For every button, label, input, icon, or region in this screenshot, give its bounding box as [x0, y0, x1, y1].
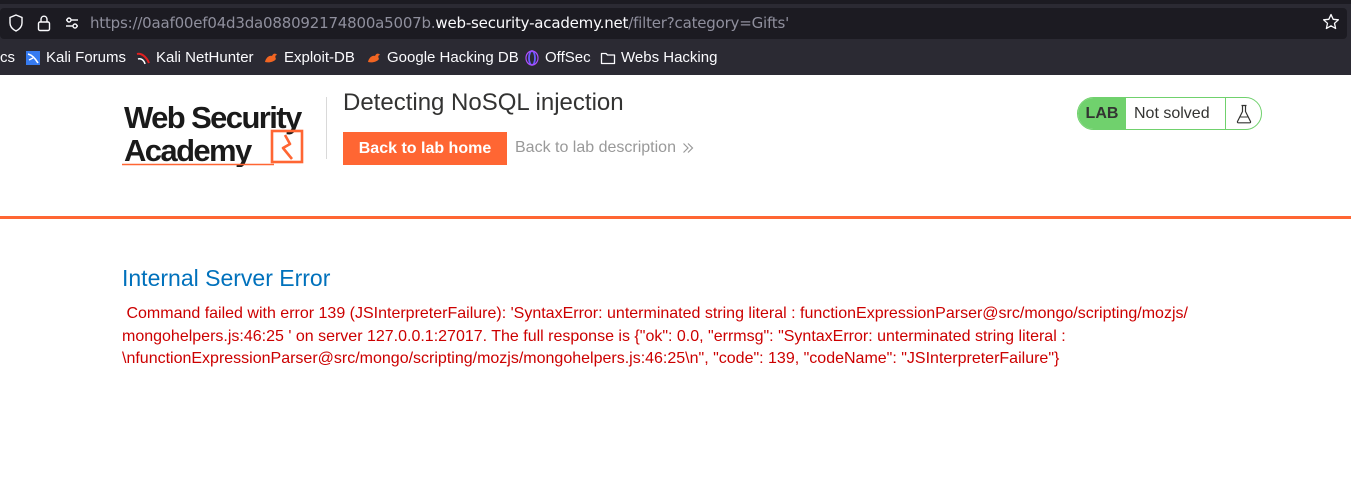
page-content: Web Security Academy Detecting NoSQL inj… [0, 75, 1351, 482]
lab-status-widget: LAB Not solved [1077, 97, 1262, 130]
bookmark-label: Kali NetHunter [156, 49, 254, 66]
lock-icon[interactable] [36, 14, 52, 32]
bookmark-label: Kali Forums [46, 49, 127, 66]
url-host: web-security-academy.net [435, 14, 629, 32]
error-title: Internal Server Error [122, 265, 331, 291]
error-message: Command failed with error 139 (JSInterpr… [122, 305, 1188, 367]
bookmark-kali-forums[interactable]: Kali Forums [25, 49, 126, 66]
exploit-db-icon [265, 53, 277, 62]
lab-title: Detecting NoSQL injection [343, 89, 624, 116]
bookmark-label: Webs Hacking [621, 49, 718, 66]
url-text[interactable]: https://0aaf00ef04d3da088092174800a5007b… [90, 14, 789, 32]
bookmark-label: Google Hacking DB [387, 49, 519, 66]
kali-forums-icon [26, 50, 40, 65]
header-orange-rule [0, 216, 1351, 219]
back-to-lab-home-button[interactable]: Back to lab home [343, 132, 507, 165]
bookmark-exploit-db[interactable]: Exploit-DB [263, 49, 355, 66]
bookmark-star-icon[interactable] [1322, 13, 1340, 31]
web-security-academy-logo[interactable]: Web Security Academy [122, 95, 322, 167]
back-to-lab-description-label: Back to lab description [515, 139, 676, 156]
url-path: /filter?category=Gifts' [628, 14, 790, 32]
bookmark-label: Exploit-DB [284, 49, 355, 66]
bookmark-google-hacking-db[interactable]: Google Hacking DB [366, 49, 519, 66]
ghdb-icon [368, 53, 380, 62]
svg-text:Academy: Academy [124, 133, 253, 167]
offsec-icon [525, 49, 539, 66]
bookmark-kali-nethunter[interactable]: Kali NetHunter [135, 49, 254, 66]
permissions-icon[interactable] [64, 14, 80, 32]
double-chevron-right-icon [683, 143, 694, 153]
bookmarks-toolbar: cs Kali Forums Kali NetHunter Exploit-DB [0, 47, 1351, 71]
window-top-edge [0, 0, 1351, 4]
bookmark-offsec[interactable]: OffSec [524, 49, 591, 66]
browser-chrome: https://0aaf00ef04d3da088092174800a5007b… [0, 0, 1351, 75]
bookmark-cs[interactable]: cs [0, 49, 15, 66]
shield-icon[interactable] [8, 14, 24, 32]
bookmark-webs-hacking[interactable]: Webs Hacking [600, 49, 717, 66]
lab-status-text: Not solved [1134, 104, 1210, 122]
folder-icon [600, 52, 616, 64]
lab-badge: LAB [1078, 98, 1126, 129]
bookmark-label: cs [0, 49, 15, 66]
header-divider [326, 97, 327, 159]
back-to-lab-description-link[interactable]: Back to lab description [515, 139, 694, 157]
url-prefix: https://0aaf00ef04d3da088092174800a5007b… [90, 14, 436, 32]
flask-icon [1236, 104, 1251, 123]
bookmark-label: OffSec [545, 49, 591, 66]
lab-flask-icon-wrap [1225, 98, 1261, 129]
kali-nethunter-icon [136, 52, 150, 64]
